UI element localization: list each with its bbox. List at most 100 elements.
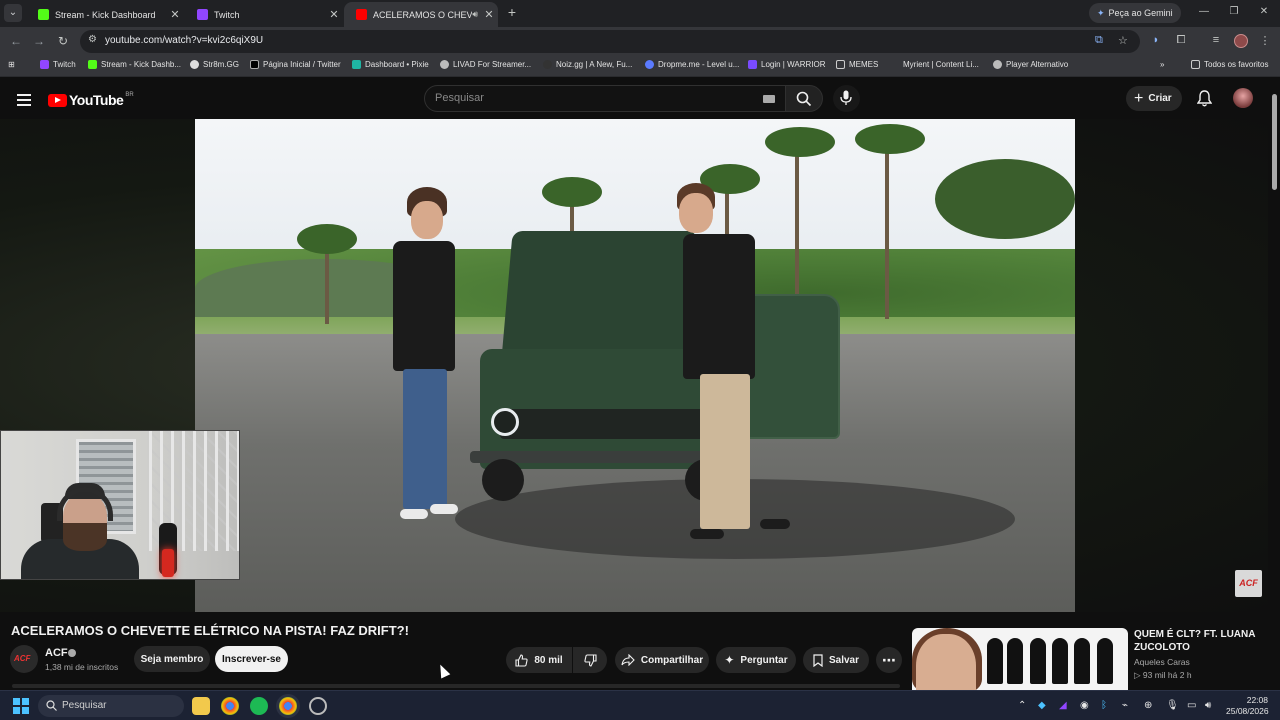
back-icon[interactable]: ← <box>8 33 24 49</box>
minimize-icon[interactable]: — <box>1196 6 1212 17</box>
forward-icon[interactable]: → <box>31 33 47 49</box>
voice-search-button[interactable] <box>833 85 860 112</box>
channel-avatar[interactable]: ACF <box>10 645 38 673</box>
tab-kick-dashboard[interactable]: Stream - Kick Dashboard ✕ <box>26 2 184 27</box>
myrient-icon <box>890 60 899 69</box>
livad-icon <box>440 60 449 69</box>
recommended-video-thumbnail[interactable] <box>912 628 1128 690</box>
notifications-button[interactable] <box>1196 90 1213 112</box>
bookmark-item[interactable]: LIVAD For Streamer... <box>440 60 531 69</box>
bookmark-item[interactable]: Myrient | Content Li... <box>890 60 979 69</box>
media-control-icon[interactable]: ≡ <box>1209 34 1223 46</box>
bookmarks-overflow-icon[interactable]: » <box>1160 60 1164 69</box>
site-info-icon[interactable]: ⚙ <box>88 34 97 45</box>
tab-youtube-video[interactable]: ACELERAMOS O CHEVETTE 🔊︎ ✕ <box>344 2 498 27</box>
save-button[interactable]: Salvar <box>803 647 869 673</box>
system-clock[interactable]: 22:08 25/08/2026 <box>1226 695 1269 717</box>
show-hidden-icons-icon[interactable]: ⌃ <box>1018 700 1026 711</box>
palm-fronds <box>297 224 357 254</box>
join-membership-button[interactable]: Seja membro <box>134 646 210 672</box>
taskbar-search-input[interactable]: Pesquisar <box>38 695 184 717</box>
thumbnail-silhouette <box>1097 638 1113 684</box>
search-button[interactable] <box>785 85 823 112</box>
display-icon[interactable]: ▭ <box>1187 700 1196 711</box>
discord-tray-icon[interactable]: ◉ <box>1080 700 1089 711</box>
reload-icon[interactable]: ↻ <box>55 33 71 49</box>
warrior-icon <box>748 60 757 69</box>
like-button[interactable]: 80 mil <box>506 647 572 673</box>
bookmark-item[interactable]: Stream - Kick Dashb... <box>88 60 181 69</box>
tab-twitch[interactable]: Twitch ✕ <box>185 2 343 27</box>
bookmark-item[interactable]: Str8m.GG <box>190 60 239 69</box>
windows-start-icon[interactable] <box>13 698 29 714</box>
bookmark-item[interactable]: Login | WARRIOR <box>748 60 825 69</box>
person-shirt <box>683 234 755 379</box>
steam-tray-icon[interactable]: ◆ <box>1038 700 1046 711</box>
twitch-tray-icon[interactable]: ◢ <box>1059 700 1067 711</box>
person-jeans <box>403 369 447 509</box>
bookmark-item[interactable]: Player Alternativo <box>993 60 1068 69</box>
ask-button[interactable]: ✦ Perguntar <box>716 647 796 673</box>
close-tab-icon[interactable]: ✕ <box>166 8 184 21</box>
chrome-menu-icon[interactable]: ⋮ <box>1258 34 1272 47</box>
speaker-icon[interactable]: 🔊︎ <box>472 9 478 20</box>
app-tray-icon[interactable]: ⊕ <box>1144 700 1152 711</box>
verified-icon <box>68 649 76 657</box>
more-icon: ⋯ <box>882 651 896 668</box>
dropme-icon <box>645 60 654 69</box>
bookmark-item[interactable]: Página Inicial / Twitter <box>250 60 341 69</box>
new-tab-icon[interactable]: + <box>505 5 519 19</box>
obs-icon[interactable] <box>309 697 327 715</box>
bookmark-item[interactable]: Dashboard • Pixie <box>352 60 429 69</box>
channel-name[interactable]: ACF <box>45 647 68 659</box>
bluetooth-icon[interactable]: ᛒ <box>1101 700 1107 711</box>
video-player[interactable] <box>195 119 1075 612</box>
subscribe-button[interactable]: Inscrever-se <box>215 646 288 672</box>
spotify-icon[interactable] <box>250 697 268 715</box>
person-shirt <box>393 241 455 371</box>
bookmark-folder[interactable]: MEMES <box>836 60 878 69</box>
close-tab-icon[interactable]: ✕ <box>325 8 343 21</box>
extensions-puzzle-icon[interactable]: ⧠ <box>1174 34 1188 47</box>
chrome-profile-avatar[interactable] <box>1234 34 1248 48</box>
car-door <box>740 294 840 439</box>
ask-gemini-button[interactable]: ✦ Peça ao Gemini <box>1089 3 1181 23</box>
volume-icon[interactable]: 🔊︎ <box>1205 700 1211 711</box>
scrollbar-thumb[interactable] <box>1272 94 1277 190</box>
file-explorer-icon[interactable] <box>192 697 210 715</box>
all-bookmarks-folder[interactable]: Todos os favoritos <box>1191 60 1268 69</box>
like-count: 80 mil <box>534 654 563 666</box>
menu-icon[interactable] <box>17 94 31 109</box>
microphone-tray-icon[interactable]: 🎙︎ <box>1166 700 1179 711</box>
address-bar[interactable]: ⚙ youtube.com/watch?v=kvi2c6qiX9U ⧉ ☆ <box>80 30 1140 53</box>
bookmark-item[interactable]: Dropme.me - Level u... <box>645 60 739 69</box>
dislike-button[interactable] <box>573 647 607 673</box>
keyboard-icon[interactable] <box>763 95 775 103</box>
youtube-logo[interactable]: YouTube BR <box>48 92 134 108</box>
bookmark-item[interactable]: Twitch <box>40 60 76 69</box>
close-tab-icon[interactable]: ✕ <box>480 8 498 21</box>
install-app-icon[interactable]: ⧉ <box>1095 34 1103 47</box>
apps-grid-icon[interactable]: ⊞ <box>8 60 15 69</box>
search-input[interactable]: Pesquisar <box>424 85 786 112</box>
bookmark-star-icon[interactable]: ☆ <box>1118 34 1128 47</box>
chrome-icon[interactable] <box>221 697 239 715</box>
person-head <box>411 201 443 239</box>
extension-icon[interactable]: ◗ <box>1149 34 1163 46</box>
channel-watermark[interactable]: ACF <box>1235 570 1262 597</box>
recommended-video-title[interactable]: QUEM É CLT? FT. LUANA ZUCOLOTO <box>1134 628 1274 654</box>
more-actions-button[interactable]: ⋯ <box>876 647 902 673</box>
create-button[interactable]: + Criar <box>1126 86 1182 111</box>
restore-icon[interactable]: ❐ <box>1226 6 1242 17</box>
network-tray-icon[interactable]: ⌁ <box>1122 700 1128 711</box>
close-window-icon[interactable]: ✕ <box>1256 6 1272 17</box>
recommended-channel-name[interactable]: Aqueles Caras <box>1134 657 1190 667</box>
chrome-active-icon[interactable] <box>279 697 297 715</box>
kick-icon <box>88 60 97 69</box>
microphone-light <box>162 549 174 577</box>
tab-search-icon[interactable]: ⌄ <box>4 4 22 22</box>
url-text[interactable]: youtube.com/watch?v=kvi2c6qiX9U <box>105 35 263 46</box>
account-avatar[interactable] <box>1233 88 1253 108</box>
bookmark-item[interactable]: Noiz.gg | A New, Fu... <box>543 60 632 69</box>
share-button[interactable]: Compartilhar <box>615 647 709 673</box>
